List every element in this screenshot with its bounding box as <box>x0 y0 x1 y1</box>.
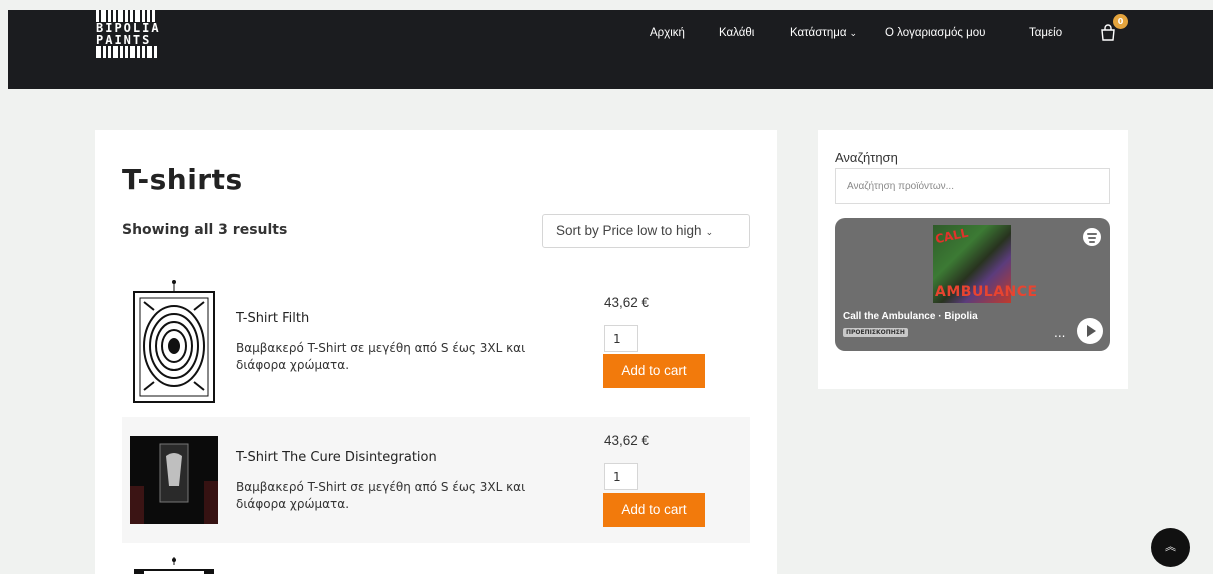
play-button[interactable] <box>1077 318 1103 344</box>
spotify-embed[interactable]: CALL AMBULANCE Call the Ambulance · Bipo… <box>835 218 1110 351</box>
chevron-down-icon: ⌄ <box>705 227 714 237</box>
double-chevron-up-icon: ︽ <box>1165 540 1176 553</box>
nav-checkout[interactable]: Ταμείο <box>1029 27 1062 39</box>
sort-select[interactable]: Sort by Price low to high ⌄ <box>542 214 750 248</box>
nav-shop-label: Κατάστημα <box>790 27 847 39</box>
chevron-down-icon: ⌄ <box>849 28 858 38</box>
site-header <box>8 10 1213 89</box>
nav-cart[interactable]: Καλάθι <box>719 27 754 39</box>
quantity-input[interactable]: 1 <box>604 463 638 490</box>
nav-home[interactable]: Αρχική <box>650 27 685 39</box>
spotify-icon[interactable] <box>1083 228 1101 246</box>
search-input[interactable]: Αναζήτηση προϊόντων... <box>835 168 1110 204</box>
product-name[interactable]: T-Shirt The Cure Disintegration <box>236 450 437 465</box>
product-image-3[interactable] <box>130 557 218 574</box>
logo-barcode-bottom <box>96 46 168 58</box>
more-options-icon[interactable]: ... <box>1054 326 1065 340</box>
album-cover-title-top: CALL <box>933 225 970 247</box>
add-to-cart-button[interactable]: Add to cart <box>603 354 705 388</box>
album-cover: CALL AMBULANCE <box>933 225 1037 303</box>
nav-account[interactable]: Ο λογαριασμός μου <box>885 27 985 39</box>
result-count: Showing all 3 results <box>122 222 288 238</box>
product-image-disintegration[interactable] <box>130 436 218 524</box>
quantity-input[interactable]: 1 <box>604 325 638 352</box>
sort-select-value: Sort by Price low to high <box>556 223 702 238</box>
preview-badge: ΠΡΟΕΠΙΣΚΟΠΗΣΗ <box>843 328 908 337</box>
product-price: 43,62 € <box>604 295 650 310</box>
search-label: Αναζήτηση <box>835 150 898 165</box>
logo-text-line2: PAINTS <box>96 33 152 47</box>
product-row: T-Shirt The Cure Disintegration Βαμβακερ… <box>122 417 750 543</box>
product-name[interactable]: T-Shirt Filth <box>236 311 309 326</box>
album-cover-title-bottom: AMBULANCE <box>935 284 1038 300</box>
product-price: 43,62 € <box>604 433 650 448</box>
scroll-to-top-button[interactable]: ︽ <box>1151 528 1190 567</box>
product-description: Βαμβακερό T-Shirt σε μεγέθη από S έως 3X… <box>236 480 526 511</box>
cart-count-badge: 0 <box>1113 14 1128 29</box>
product-row <box>122 543 750 574</box>
nav-shop[interactable]: Κατάστημα ⌄ <box>790 27 857 39</box>
track-title[interactable]: Call the Ambulance · Bipolia <box>843 311 978 322</box>
site-logo[interactable]: BIPOLIA PAINTS <box>96 10 168 72</box>
page-title: T-shirts <box>122 163 243 196</box>
add-to-cart-button[interactable]: Add to cart <box>603 493 705 527</box>
product-image-filth[interactable] <box>130 278 218 406</box>
product-description: Βαμβακερό T-Shirt σε μεγέθη από S έως 3X… <box>236 341 526 372</box>
product-row: T-Shirt Filth Βαμβακερό T-Shirt σε μεγέθ… <box>122 270 750 417</box>
